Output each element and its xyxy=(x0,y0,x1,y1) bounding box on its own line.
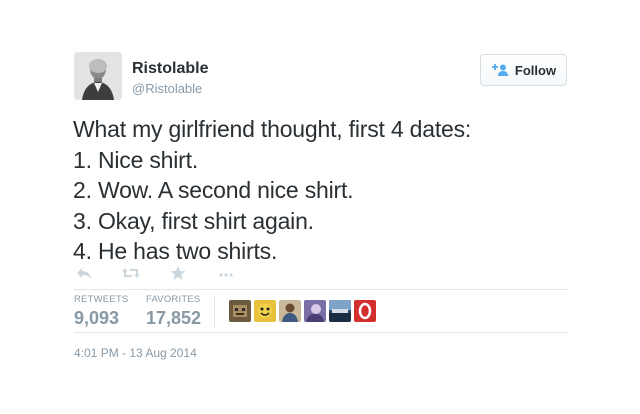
author-portrait-avatar-icon xyxy=(74,52,122,100)
tweet-timestamp[interactable]: 4:01 PM - 13 Aug 2014 xyxy=(74,346,197,360)
tweet-text-line: 1. Nice shirt. xyxy=(73,146,199,173)
author-avatar[interactable] xyxy=(74,52,122,100)
retweets-count: 9,093 xyxy=(74,308,120,328)
favorite-star-icon[interactable] xyxy=(170,264,186,282)
retweets-stat[interactable]: RETWEETS 9,093 xyxy=(74,294,128,329)
more-ellipsis-icon[interactable] xyxy=(218,264,234,282)
retweet-icon[interactable] xyxy=(122,264,140,282)
follow-label: Follow xyxy=(514,62,557,78)
favorites-label: FAVORITES xyxy=(146,294,201,305)
divider xyxy=(74,332,568,333)
tweet-text-line: 4. He has two shirts. xyxy=(73,238,278,264)
favoriter-avatar-3[interactable] xyxy=(279,300,301,322)
tweet-card: Ristolable @Ristolable Follow What my gi… xyxy=(0,0,640,414)
divider xyxy=(74,289,568,290)
tweet-text-line: What my girlfriend thought, first 4 date… xyxy=(73,116,472,142)
add-user-icon xyxy=(491,64,509,76)
tweet-text: What my girlfriend thought, first 4 date… xyxy=(73,114,613,267)
favoriter-avatar-2[interactable] xyxy=(254,300,276,322)
favoriter-avatar-4[interactable] xyxy=(304,300,326,322)
follow-button[interactable]: Follow xyxy=(480,54,567,86)
favoriter-avatar-1[interactable] xyxy=(229,300,251,322)
favoriter-avatar-6[interactable] xyxy=(354,300,376,322)
author-name[interactable]: Ristolable xyxy=(132,60,208,78)
favorites-stat[interactable]: FAVORITES 17,852 xyxy=(146,294,201,329)
tweet-text-line: 3. Okay, first shirt again. xyxy=(73,207,314,234)
favoriter-avatar-5[interactable] xyxy=(329,300,351,322)
author-handle[interactable]: @Ristolable xyxy=(132,81,202,96)
reply-icon[interactable] xyxy=(76,264,92,282)
favorites-count: 17,852 xyxy=(146,308,202,328)
retweets-label: RETWEETS xyxy=(74,294,129,305)
tweet-text-line: 2. Wow. A second nice shirt. xyxy=(73,177,354,203)
stats-divider xyxy=(214,296,215,328)
favoriters-avatars xyxy=(229,300,376,322)
tweet-actions xyxy=(74,264,294,284)
